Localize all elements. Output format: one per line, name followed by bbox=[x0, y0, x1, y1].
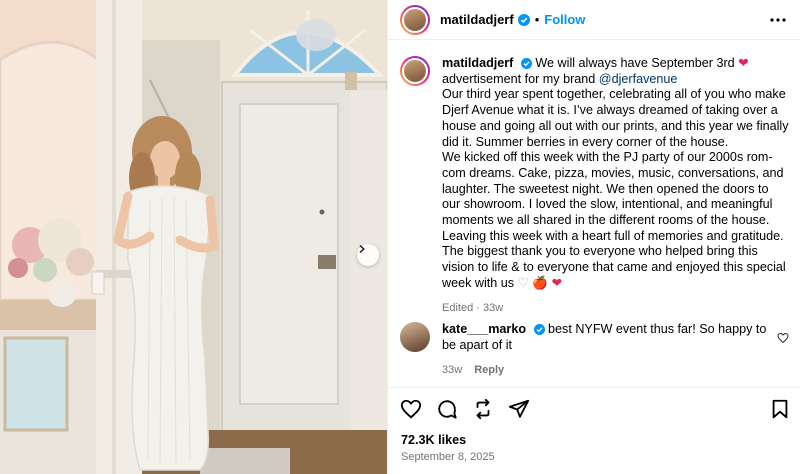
comment-time: 33w bbox=[442, 364, 463, 377]
reply-button[interactable]: Reply bbox=[474, 364, 504, 376]
white-heart-emoji: ♡ bbox=[517, 275, 529, 290]
verified-badge-icon bbox=[517, 13, 530, 26]
next-photo-button[interactable] bbox=[357, 244, 379, 266]
avatar[interactable] bbox=[400, 56, 430, 86]
chevron-right-icon bbox=[359, 244, 365, 254]
comment-button[interactable] bbox=[436, 398, 458, 423]
post-actions: 72.3K likes September 8, 2025 bbox=[388, 387, 800, 474]
follow-button[interactable]: Follow bbox=[544, 12, 585, 27]
send-button[interactable] bbox=[508, 398, 530, 423]
verified-badge-icon bbox=[520, 58, 532, 69]
caption-paragraph-2: We kicked off this week with the PJ part… bbox=[442, 150, 784, 228]
avatar[interactable] bbox=[400, 4, 430, 35]
caption-paragraph-1: Our third year spent together, celebrati… bbox=[442, 87, 789, 149]
header-separator: • bbox=[534, 12, 540, 27]
more-options-icon[interactable] bbox=[767, 9, 789, 31]
caption-paragraph-3: Leaving this week with a heart full of m… bbox=[442, 228, 786, 290]
post-header: matildadjerf • Follow bbox=[388, 0, 800, 40]
caption: matildadjerf We will always have Septemb… bbox=[400, 56, 790, 316]
caption-line2: advertisement for my brand bbox=[442, 71, 599, 86]
comment-body: kate___marko best NYFW event thus far! S… bbox=[442, 322, 772, 379]
heart-icon bbox=[400, 399, 422, 419]
post-window: matildadjerf • Follow matildadjerf We wi… bbox=[0, 0, 800, 474]
author-username[interactable]: matildadjerf bbox=[440, 12, 514, 27]
post-details-panel: matildadjerf • Follow matildadjerf We wi… bbox=[387, 0, 800, 474]
brand-mention-link[interactable]: @djerfavenue bbox=[599, 72, 678, 86]
caption-text: matildadjerf We will always have Septemb… bbox=[442, 56, 790, 316]
comment-username[interactable]: kate___marko bbox=[442, 322, 526, 336]
likes-count[interactable]: 72.3K likes bbox=[401, 433, 466, 447]
caption-username[interactable]: matildadjerf bbox=[442, 56, 513, 70]
send-icon bbox=[508, 399, 530, 418]
photo-illustration bbox=[0, 0, 387, 474]
comment: kate___marko best NYFW event thus far! S… bbox=[400, 322, 795, 379]
like-button[interactable] bbox=[400, 398, 422, 423]
bookmark-icon bbox=[772, 399, 788, 419]
save-button[interactable] bbox=[769, 398, 791, 423]
verified-badge-icon bbox=[533, 324, 545, 335]
post-photo[interactable] bbox=[0, 0, 387, 474]
caption-meta: Edited · 33w bbox=[442, 301, 504, 314]
heart-emoji: ❤ bbox=[738, 56, 749, 70]
caption-line1: We will always have September 3rd bbox=[535, 56, 735, 70]
share-icon bbox=[476, 398, 490, 420]
red-heart-emoji: ❤ bbox=[551, 275, 563, 290]
apple-emoji: 🍎 bbox=[532, 275, 549, 290]
comment-icon bbox=[438, 400, 457, 419]
post-date: September 8, 2025 bbox=[401, 451, 495, 463]
comment-like-heart-icon[interactable] bbox=[777, 332, 789, 344]
avatar[interactable] bbox=[400, 322, 430, 352]
repost-button[interactable] bbox=[472, 398, 494, 423]
